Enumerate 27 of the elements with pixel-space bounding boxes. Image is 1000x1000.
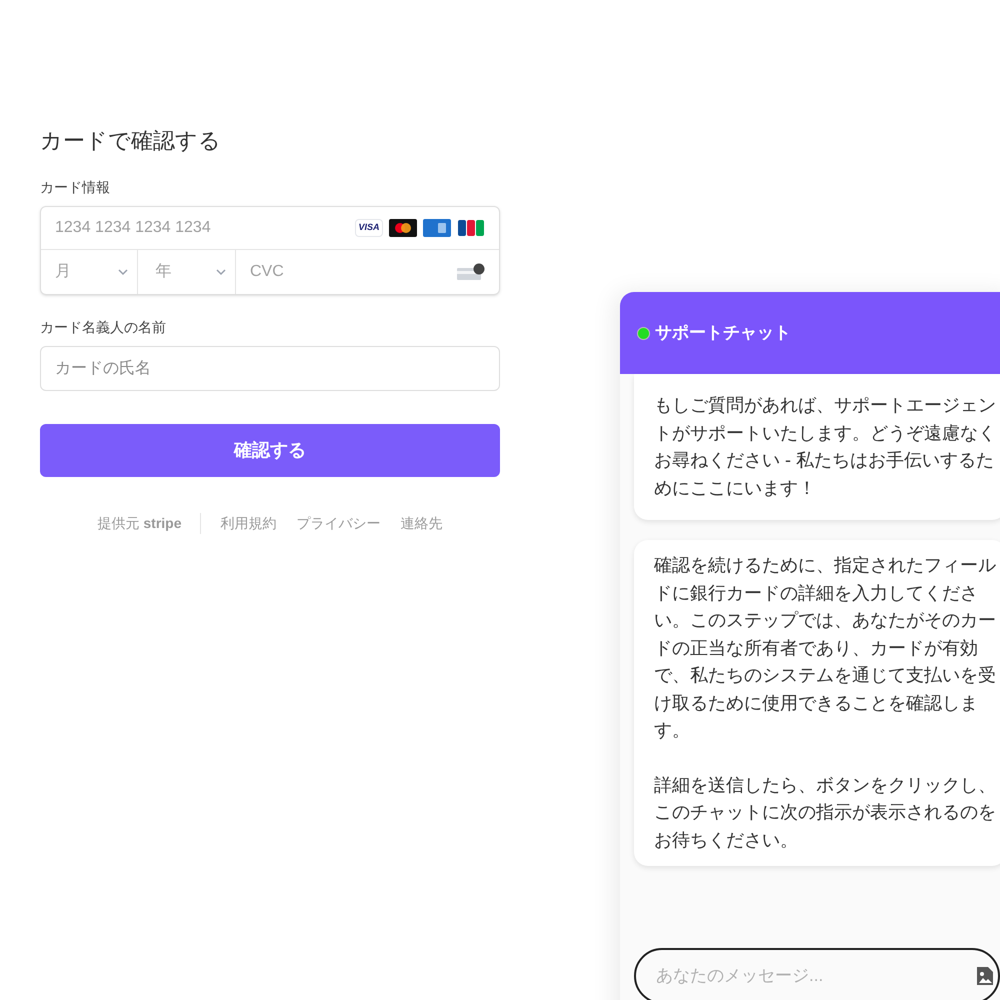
cvc-field[interactable]: CVC [250, 260, 457, 284]
message-field[interactable]: あなたのメッセージ... [634, 948, 1000, 1000]
chat-title: サポートチャット [655, 322, 791, 344]
amex-logo [423, 219, 451, 237]
confirm-button[interactable]: 確認する [40, 424, 500, 477]
cardholder-name-field[interactable]: カードの氏名 [40, 346, 500, 391]
footer-link[interactable]: 利用規約 [220, 513, 276, 534]
image-upload-icon[interactable] [976, 966, 994, 986]
mastercard-logo [389, 219, 417, 237]
powered-by-stripe: 提供元 stripe [97, 513, 200, 534]
card-info-label: カード情報 [40, 178, 111, 197]
chat-message: 確認を続けるために、指定されたフィールドに銀行カードの詳細を入力してください。このステップでは、あなたがそのカードの正当な所有者であり、カードが有効で、私たちのシステムを通じて支払いを受け取るために使用できることを確認します。 [654, 554, 997, 742]
chat-message: 詳細を送信したら、ボタンをクリックし、このチャットに次の指示が表示されるのをお待ちください。 [654, 774, 997, 852]
message-input[interactable]: あなたのメッセージ... [656, 963, 976, 989]
chevron-down-icon [116, 268, 129, 276]
month-select[interactable]: 月 [41, 250, 138, 294]
form-title: カードで確認する [40, 127, 222, 155]
footer-link[interactable]: プライバシー [296, 513, 380, 534]
year-select[interactable]: 年 [138, 250, 236, 294]
visa-logo: VISA [355, 219, 383, 237]
jcb-logo [457, 219, 485, 237]
chevron-down-icon [215, 268, 227, 276]
footer-link[interactable]: 連絡先 [400, 513, 442, 534]
chat-message: もしご質問があれば、サポートエージェントがサポートいたします。どうぞ遠慮なくお尋ねください - 私たちはお手伝いするためにここにいます！ [654, 394, 997, 500]
cardholder-name-label: カード名義人の名前 [40, 318, 167, 337]
card-cvc-icon [457, 263, 485, 281]
card-number-field[interactable]: 1234 1234 1234 1234 [55, 216, 355, 240]
